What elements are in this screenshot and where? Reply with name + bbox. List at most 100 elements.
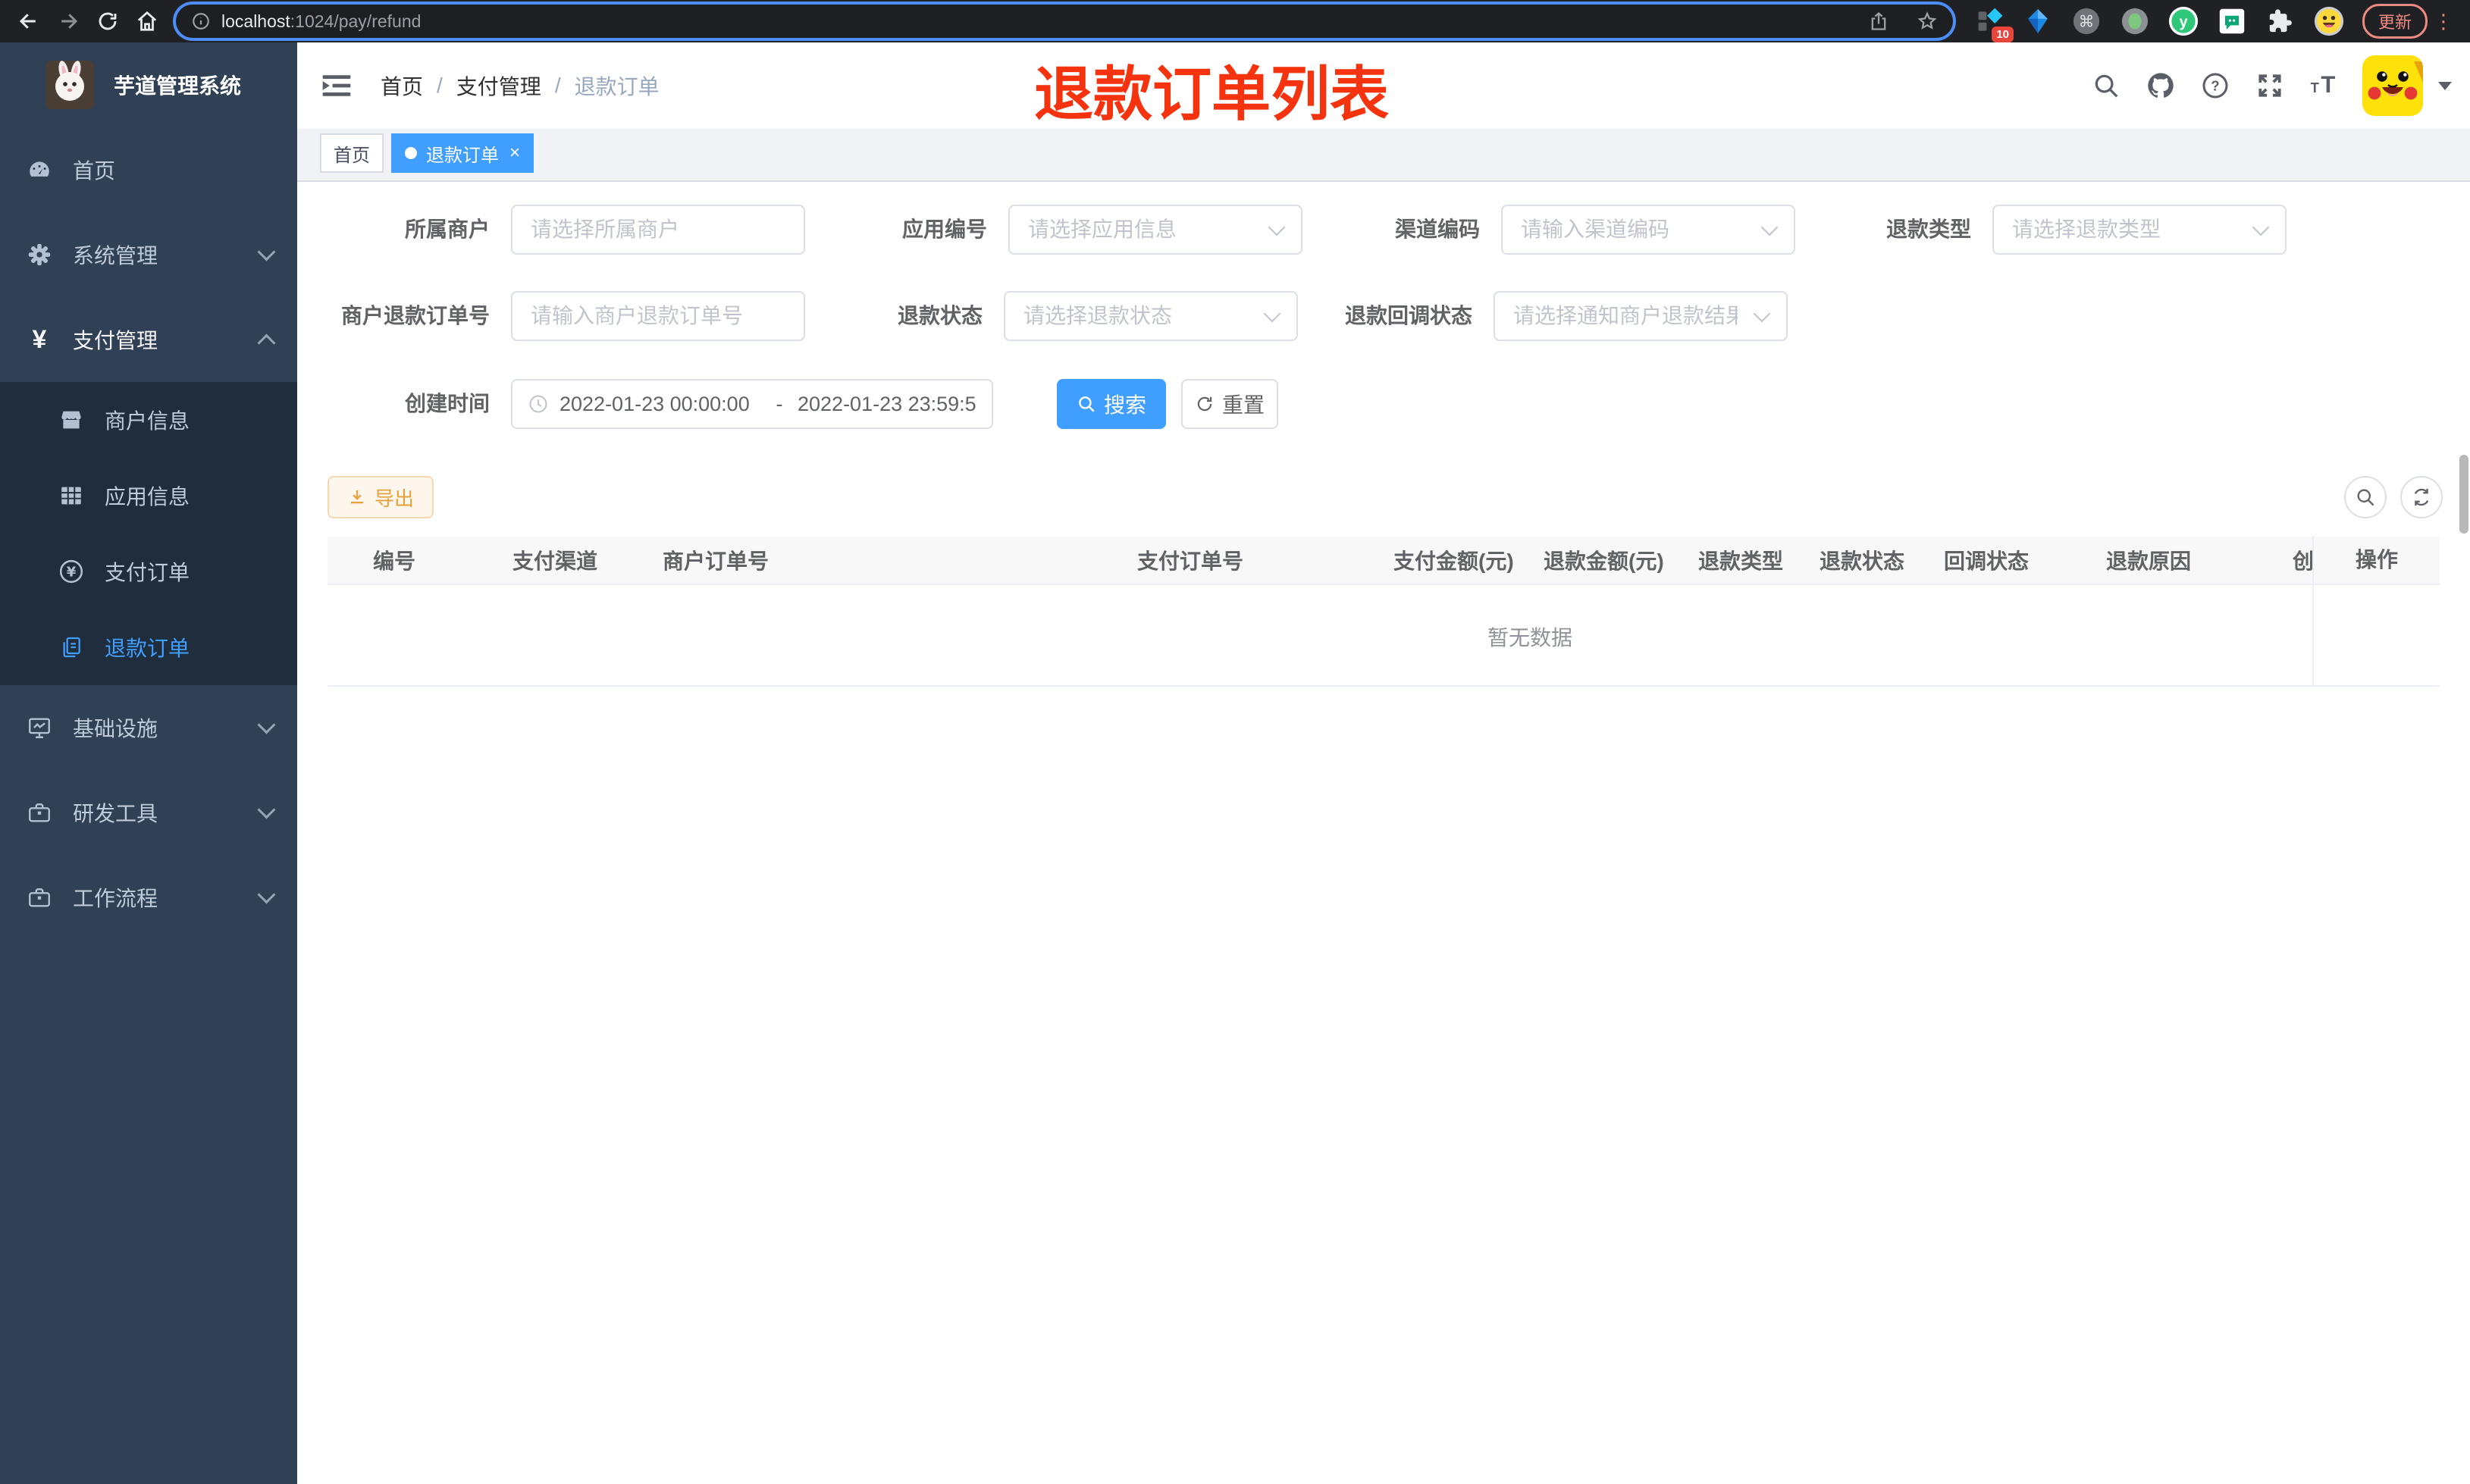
sidebar-logo-row[interactable]: 芋道管理系统	[0, 42, 297, 127]
briefcase-icon	[26, 884, 53, 911]
create-time-range-picker[interactable]: 2022-01-23 00:00:00 - 2022-01-23 23:59:5…	[511, 379, 993, 429]
filter-label: 渠道编码	[1394, 218, 1480, 241]
page-title: 退款订单列表	[1034, 61, 1390, 127]
sidebar-item-infra[interactable]: 基础设施	[0, 685, 297, 770]
grid-icon	[58, 482, 85, 509]
shop-icon	[58, 406, 85, 434]
scrollbar-thumb[interactable]	[2459, 455, 2468, 534]
extensions-puzzle-icon[interactable]	[2265, 6, 2296, 36]
column-header[interactable]: 回调状态	[1929, 545, 2091, 575]
extension-tiles-icon[interactable]: 10	[1974, 6, 2014, 42]
extension-command-icon[interactable]: ⌘	[2071, 6, 2102, 36]
tags-view: 首页 退款订单 ×	[297, 129, 2470, 182]
extension-yuque-icon[interactable]: y	[2168, 6, 2199, 36]
breadcrumb-current: 退款订单	[574, 75, 660, 99]
site-info-icon[interactable]	[191, 11, 211, 31]
extension-kite-icon[interactable]	[2023, 6, 2053, 36]
chevron-down-icon	[257, 715, 276, 734]
column-header[interactable]: 支付渠道	[497, 545, 647, 575]
column-header[interactable]: 商户订单号	[647, 545, 1122, 575]
browser-back-icon[interactable]	[9, 0, 49, 42]
tag-close-icon[interactable]: ×	[509, 144, 520, 162]
breadcrumb-separator: /	[554, 74, 561, 97]
search-icon	[1079, 396, 1095, 412]
sidebar-item-label: 工作流程	[73, 887, 158, 910]
monitor-chart-icon	[26, 714, 53, 741]
column-header-actions[interactable]: 操作	[2312, 536, 2440, 584]
svg-text:⌘: ⌘	[2079, 13, 2095, 31]
column-header[interactable]: 支付金额(元)	[1378, 545, 1528, 575]
filter-label: 退款状态	[897, 304, 983, 327]
sidebar-item-system[interactable]: 系统管理	[0, 212, 297, 297]
share-icon[interactable]	[1868, 11, 1889, 32]
refresh-icon	[2414, 488, 2429, 506]
sidebar-item-devtools[interactable]: 研发工具	[0, 770, 297, 855]
browser-update-button[interactable]: 更新	[2362, 4, 2428, 39]
browser-reload-icon[interactable]	[88, 0, 127, 42]
merchant-input[interactable]	[511, 205, 805, 255]
column-header[interactable]: 退款状态	[1804, 545, 1929, 575]
chevron-down-icon	[257, 242, 276, 261]
notify-status-select[interactable]	[1494, 291, 1788, 341]
url-bar[interactable]: localhost:1024/pay/refund	[176, 5, 1953, 38]
breadcrumb-home[interactable]: 首页	[381, 70, 423, 101]
export-button[interactable]: 导出	[328, 476, 434, 518]
app-select[interactable]	[1008, 205, 1302, 255]
header-search-icon[interactable]	[2089, 69, 2123, 102]
merchant-refund-no-input[interactable]	[511, 291, 805, 341]
sidebar-item-app-info[interactable]: 应用信息	[0, 458, 297, 534]
search-icon	[2357, 489, 2374, 506]
bookmark-star-icon[interactable]	[1917, 11, 1938, 32]
navbar-actions: ? TT	[2089, 42, 2452, 129]
app-title: 芋道管理系统	[114, 74, 242, 98]
browser-home-icon[interactable]	[127, 0, 167, 42]
navbar: 首页 / 支付管理 / 退款订单 ? T T 退款订单列表	[297, 42, 2470, 129]
column-header-clipped[interactable]: 创建时间	[2277, 545, 2312, 575]
sidebar-item-pay-order[interactable]: ¥ 支付订单	[0, 534, 297, 609]
tag-refund-order[interactable]: 退款订单 ×	[391, 133, 534, 173]
sidebar-item-merchant-info[interactable]: 商户信息	[0, 382, 297, 458]
search-button[interactable]: 搜索	[1057, 379, 1166, 429]
browser-menu-icon[interactable]: ⋮	[2434, 10, 2453, 33]
github-icon[interactable]	[2144, 69, 2177, 102]
sidebar-toggle-icon[interactable]	[320, 69, 353, 102]
font-size-icon[interactable]: TT	[2308, 69, 2341, 102]
breadcrumb-separator: /	[437, 74, 443, 97]
help-icon[interactable]: ?	[2199, 69, 2232, 102]
sidebar-item-pay[interactable]: ¥ 支付管理	[0, 297, 297, 382]
sidebar-item-home[interactable]: 首页	[0, 127, 297, 212]
sidebar-item-refund-order[interactable]: 退款订单	[0, 609, 297, 685]
sidebar-submenu-pay: 商户信息 应用信息 ¥ 支付订单 退款订单	[0, 382, 297, 685]
channel-select[interactable]	[1501, 205, 1795, 255]
column-header[interactable]: 编号	[328, 545, 497, 575]
chevron-up-icon	[257, 333, 276, 352]
date-end-value: 2022-01-23 23:59:59	[798, 392, 976, 415]
fullscreen-icon[interactable]	[2253, 69, 2287, 102]
filter-label: 创建时间	[404, 392, 490, 415]
column-header[interactable]: 退款类型	[1683, 545, 1804, 575]
sidebar-item-workflow[interactable]: 工作流程	[0, 855, 297, 940]
avatar-caret-icon[interactable]	[2438, 81, 2452, 90]
extension-chat-icon[interactable]	[2217, 6, 2247, 36]
tag-home[interactable]: 首页	[320, 133, 384, 173]
reset-button[interactable]: 重置	[1181, 379, 1278, 429]
column-header[interactable]: 退款原因	[2091, 545, 2277, 575]
column-header[interactable]: 支付订单号	[1122, 545, 1378, 575]
chevron-down-icon	[257, 884, 276, 904]
svg-text:T: T	[2311, 80, 2319, 95]
chevron-down-icon	[1268, 218, 1286, 236]
chevron-down-icon	[2252, 218, 2270, 236]
tag-label: 退款订单	[426, 145, 499, 166]
extension-green-dot-icon[interactable]	[2120, 6, 2150, 36]
refund-status-select[interactable]	[1004, 291, 1298, 341]
table-refresh-button[interactable]	[2400, 476, 2443, 518]
table-search-toggle-button[interactable]	[2344, 476, 2387, 518]
refund-type-select[interactable]	[1992, 205, 2287, 255]
sidebar-item-label: 退款订单	[105, 637, 190, 660]
browser-forward-icon[interactable]	[49, 0, 88, 42]
svg-text:y: y	[2179, 14, 2188, 31]
user-avatar[interactable]	[2362, 55, 2423, 116]
breadcrumb-pay[interactable]: 支付管理	[456, 70, 541, 101]
profile-emoji-icon[interactable]	[2314, 6, 2344, 36]
column-header[interactable]: 退款金额(元)	[1528, 545, 1683, 575]
